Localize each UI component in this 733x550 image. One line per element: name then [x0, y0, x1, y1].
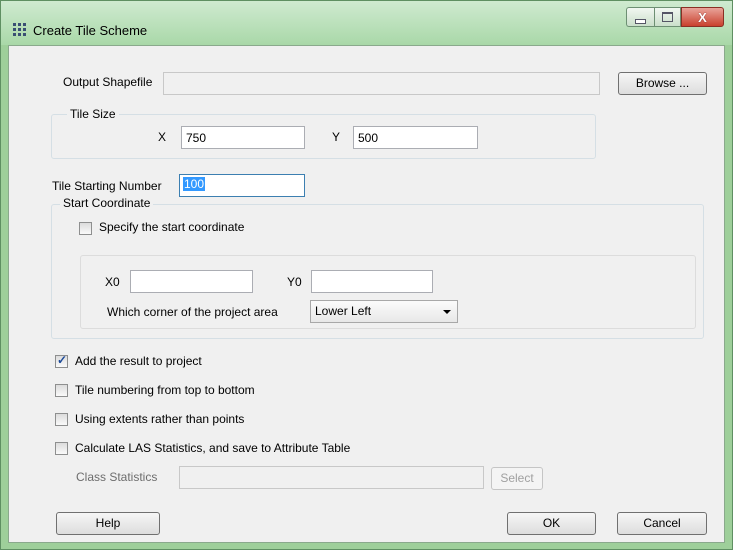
- specify-start-coordinate-checkbox[interactable]: [79, 222, 92, 235]
- las-statistics-checkbox[interactable]: [55, 442, 68, 455]
- close-icon: X: [698, 9, 707, 25]
- use-extents-checkbox[interactable]: [55, 413, 68, 426]
- maximize-icon: [662, 12, 673, 22]
- tile-starting-number-value: 100: [183, 177, 206, 191]
- dialog-body: Output Shapefile Browse ... Tile Size X …: [8, 45, 725, 543]
- tile-size-y-input[interactable]: [353, 126, 478, 149]
- y0-label: Y0: [287, 275, 302, 289]
- window-title: Create Tile Scheme: [33, 23, 148, 38]
- top-to-bottom-checkbox[interactable]: [55, 384, 68, 397]
- las-statistics-label: Calculate LAS Statistics, and save to At…: [75, 441, 351, 455]
- corner-dropdown[interactable]: Lower Left: [310, 300, 458, 323]
- tile-size-group: [51, 114, 596, 159]
- tile-starting-number-input[interactable]: 100: [179, 174, 305, 197]
- cancel-button[interactable]: Cancel: [617, 512, 707, 535]
- add-result-checkbox[interactable]: [55, 353, 68, 368]
- corner-dropdown-value: Lower Left: [315, 304, 372, 318]
- app-grid-icon: [13, 23, 26, 36]
- tile-size-x-input[interactable]: [181, 126, 305, 149]
- tile-starting-number-label: Tile Starting Number: [52, 179, 162, 193]
- use-extents-label: Using extents rather than points: [75, 412, 245, 426]
- maximize-button[interactable]: [654, 7, 681, 27]
- add-result-label: Add the result to project: [75, 354, 202, 368]
- output-shapefile-label: Output Shapefile: [63, 75, 153, 89]
- x0-input[interactable]: [130, 270, 253, 293]
- select-button[interactable]: Select: [491, 467, 543, 490]
- dialog-window: Create Tile Scheme X Output Shapefile Br…: [0, 0, 733, 550]
- tile-size-group-label: Tile Size: [67, 107, 119, 121]
- tile-size-x-label: X: [158, 130, 167, 144]
- close-button[interactable]: X: [681, 7, 724, 27]
- tile-size-y-label: Y: [332, 130, 341, 144]
- start-coordinate-group-label: Start Coordinate: [60, 196, 154, 210]
- x0-label: X0: [105, 275, 120, 289]
- browse-button[interactable]: Browse ...: [618, 72, 707, 95]
- specify-start-coordinate-label: Specify the start coordinate: [99, 220, 245, 234]
- y0-input[interactable]: [311, 270, 433, 293]
- chevron-down-icon: [443, 310, 451, 314]
- minimize-button[interactable]: [626, 7, 654, 27]
- help-button[interactable]: Help: [56, 512, 160, 535]
- top-to-bottom-label: Tile numbering from top to bottom: [75, 383, 255, 397]
- ok-button[interactable]: OK: [507, 512, 596, 535]
- class-statistics-label: Class Statistics: [76, 470, 158, 484]
- title-bar[interactable]: Create Tile Scheme X: [1, 1, 732, 45]
- corner-label: Which corner of the project area: [107, 305, 278, 319]
- output-shapefile-field[interactable]: [163, 72, 600, 95]
- minimize-icon: [635, 18, 646, 24]
- class-statistics-input[interactable]: [179, 466, 484, 489]
